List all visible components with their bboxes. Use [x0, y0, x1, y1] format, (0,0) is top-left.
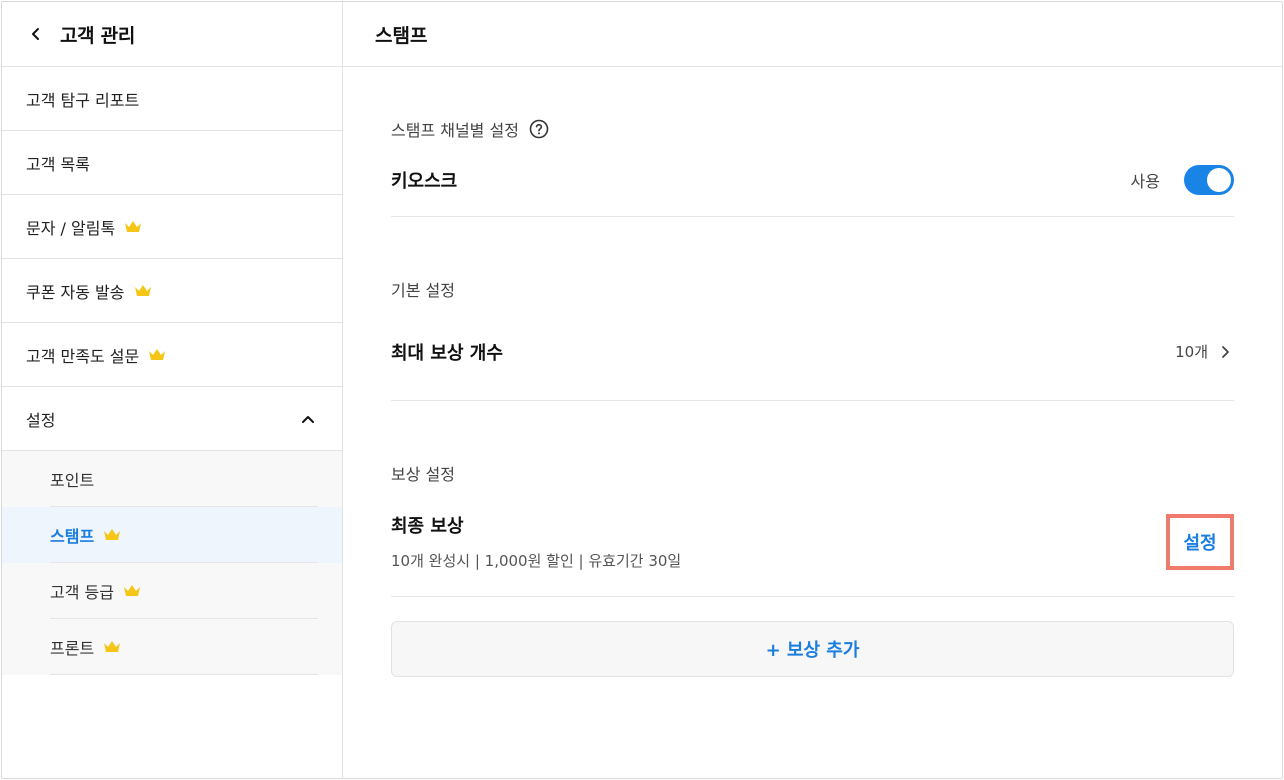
basic-section-text: 기본 설정	[391, 281, 455, 300]
crown-icon	[103, 640, 121, 654]
final-reward-settings-button[interactable]: 설정	[1166, 513, 1234, 570]
kiosk-row: 키오스크 사용	[391, 143, 1234, 217]
submenu-row: 포인트	[2, 451, 342, 507]
crown-icon	[148, 348, 166, 362]
sidebar: 고객 관리 고객 탐구 리포트 고객 목록 문자 / 알림톡 쿠폰 자동 발송 …	[2, 2, 343, 778]
reward-section-text: 보상 설정	[391, 465, 455, 484]
stamp-settings-content: 스탬프 채널별 설정 키오스크 사용 기본 설정 최대 보상 개수 10개 보상…	[391, 67, 1234, 677]
max-reward-label: 최대 보상 개수	[391, 342, 503, 364]
max-reward-value: 10개	[1175, 343, 1208, 361]
final-reward-description: 10개 완성시 | 1,000원 할인 | 유효기간 30일	[391, 552, 682, 570]
sidebar-item-coupon-auto[interactable]: 쿠폰 자동 발송	[2, 259, 342, 323]
crown-icon	[134, 284, 152, 298]
chevron-right-icon	[1220, 345, 1234, 359]
sidebar-subitem-stamp[interactable]: 스탬프	[50, 507, 318, 563]
page-title: 스탬프	[375, 24, 428, 47]
sidebar-item-customer-report[interactable]: 고객 탐구 리포트	[2, 67, 342, 131]
chevron-left-icon[interactable]	[26, 24, 46, 44]
add-reward-button[interactable]: + 보상 추가	[391, 621, 1234, 677]
sidebar-item-label: 문자 / 알림톡	[26, 218, 116, 238]
sidebar-title: 고객 관리	[60, 24, 136, 47]
toggle-knob	[1207, 167, 1231, 192]
sidebar-item-label: 설정	[26, 410, 56, 430]
kiosk-toggle[interactable]	[1184, 164, 1234, 195]
chevron-up-icon[interactable]	[300, 411, 316, 427]
question-circle-icon[interactable]	[529, 119, 549, 139]
sidebar-item-customer-list[interactable]: 고객 목록	[2, 131, 342, 195]
channel-section-text: 스탬프 채널별 설정	[391, 121, 519, 140]
main-panel: 스탬프 스탬프 채널별 설정 키오스크 사용 기본 설정 최대 보상 개수 10…	[343, 2, 1282, 778]
sidebar-header: 고객 관리	[2, 2, 342, 67]
kiosk-toggle-group: 사용	[1130, 164, 1234, 195]
sidebar-subitem-customer-grade[interactable]: 고객 등급	[50, 563, 318, 619]
sidebar-subitem-label: 스탬프	[50, 526, 95, 546]
app-frame: 고객 관리 고객 탐구 리포트 고객 목록 문자 / 알림톡 쿠폰 자동 발송 …	[1, 1, 1283, 779]
final-reward-title: 최종 보상	[391, 516, 464, 537]
sidebar-subitem-label: 포인트	[50, 470, 95, 490]
kiosk-label: 키오스크	[391, 170, 458, 192]
max-reward-value-group[interactable]: 10개	[1175, 341, 1234, 362]
submenu-row-active: 스탬프	[2, 507, 342, 563]
basic-section-label: 기본 설정	[391, 277, 1234, 301]
sidebar-item-label: 고객 목록	[26, 154, 90, 174]
final-reward-info: 최종 보상 10개 완성시 | 1,000원 할인 | 유효기간 30일	[391, 512, 681, 571]
submenu-row: 고객 등급	[2, 563, 342, 619]
crown-icon	[124, 220, 142, 234]
reward-section-label: 보상 설정	[391, 461, 1234, 485]
sidebar-subitem-point[interactable]: 포인트	[50, 451, 318, 507]
max-reward-row[interactable]: 최대 보상 개수 10개	[391, 303, 1234, 401]
sidebar-item-satisfaction-survey[interactable]: 고객 만족도 설문	[2, 323, 342, 387]
sidebar-item-label: 고객 탐구 리포트	[26, 90, 140, 110]
main-header: 스탬프	[343, 2, 1282, 67]
sidebar-item-label: 고객 만족도 설문	[26, 346, 140, 366]
sidebar-subitem-label: 고객 등급	[50, 582, 114, 602]
kiosk-toggle-label: 사용	[1130, 171, 1160, 191]
sidebar-subitem-front[interactable]: 프론트	[50, 619, 318, 675]
submenu-row: 프론트	[2, 619, 342, 675]
sidebar-subitem-label: 프론트	[50, 638, 95, 658]
sidebar-item-label: 쿠폰 자동 발송	[26, 282, 125, 302]
final-reward-row: 최종 보상 10개 완성시 | 1,000원 할인 | 유효기간 30일 설정	[391, 487, 1234, 597]
settings-submenu: 포인트 스탬프 고객 등급 프론트	[2, 451, 342, 675]
channel-section-label: 스탬프 채널별 설정	[391, 117, 1234, 141]
sidebar-item-sms-alimtalk[interactable]: 문자 / 알림톡	[2, 195, 342, 259]
crown-icon	[103, 528, 121, 542]
sidebar-item-settings[interactable]: 설정	[2, 387, 342, 451]
crown-icon	[123, 584, 141, 598]
